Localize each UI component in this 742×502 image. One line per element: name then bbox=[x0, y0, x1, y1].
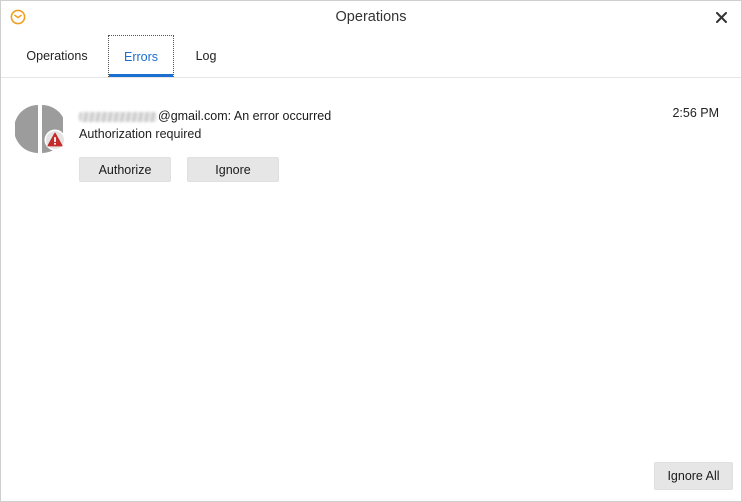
error-timestamp: 2:56 PM bbox=[672, 106, 719, 120]
authorize-button[interactable]: Authorize bbox=[79, 157, 171, 182]
close-icon bbox=[715, 11, 727, 23]
error-title: @gmail.com: An error occurred bbox=[79, 109, 331, 123]
error-message: Authorization required bbox=[79, 127, 202, 141]
error-title-text: @gmail.com: An error occurred bbox=[158, 109, 332, 123]
ignore-button[interactable]: Ignore bbox=[187, 157, 279, 182]
tab-errors-label: Errors bbox=[123, 50, 159, 64]
tab-bar: Operations Errors Log bbox=[1, 35, 741, 78]
window-title: Operations bbox=[335, 9, 407, 25]
active-tab-indicator bbox=[109, 74, 173, 77]
tab-log[interactable]: Log bbox=[187, 35, 225, 77]
redacted-email bbox=[79, 111, 157, 122]
operations-window: Operations Operations Errors Log @gmail.… bbox=[0, 0, 742, 502]
tab-errors[interactable]: Errors bbox=[108, 35, 174, 77]
tab-operations[interactable]: Operations bbox=[19, 35, 95, 77]
ignore-all-button[interactable]: Ignore All bbox=[654, 462, 733, 490]
close-button[interactable] bbox=[709, 6, 733, 28]
title-bar: Operations bbox=[1, 1, 741, 35]
error-list-item: @gmail.com: An error occurred Authorizat… bbox=[1, 79, 741, 199]
warning-icon bbox=[44, 129, 66, 151]
